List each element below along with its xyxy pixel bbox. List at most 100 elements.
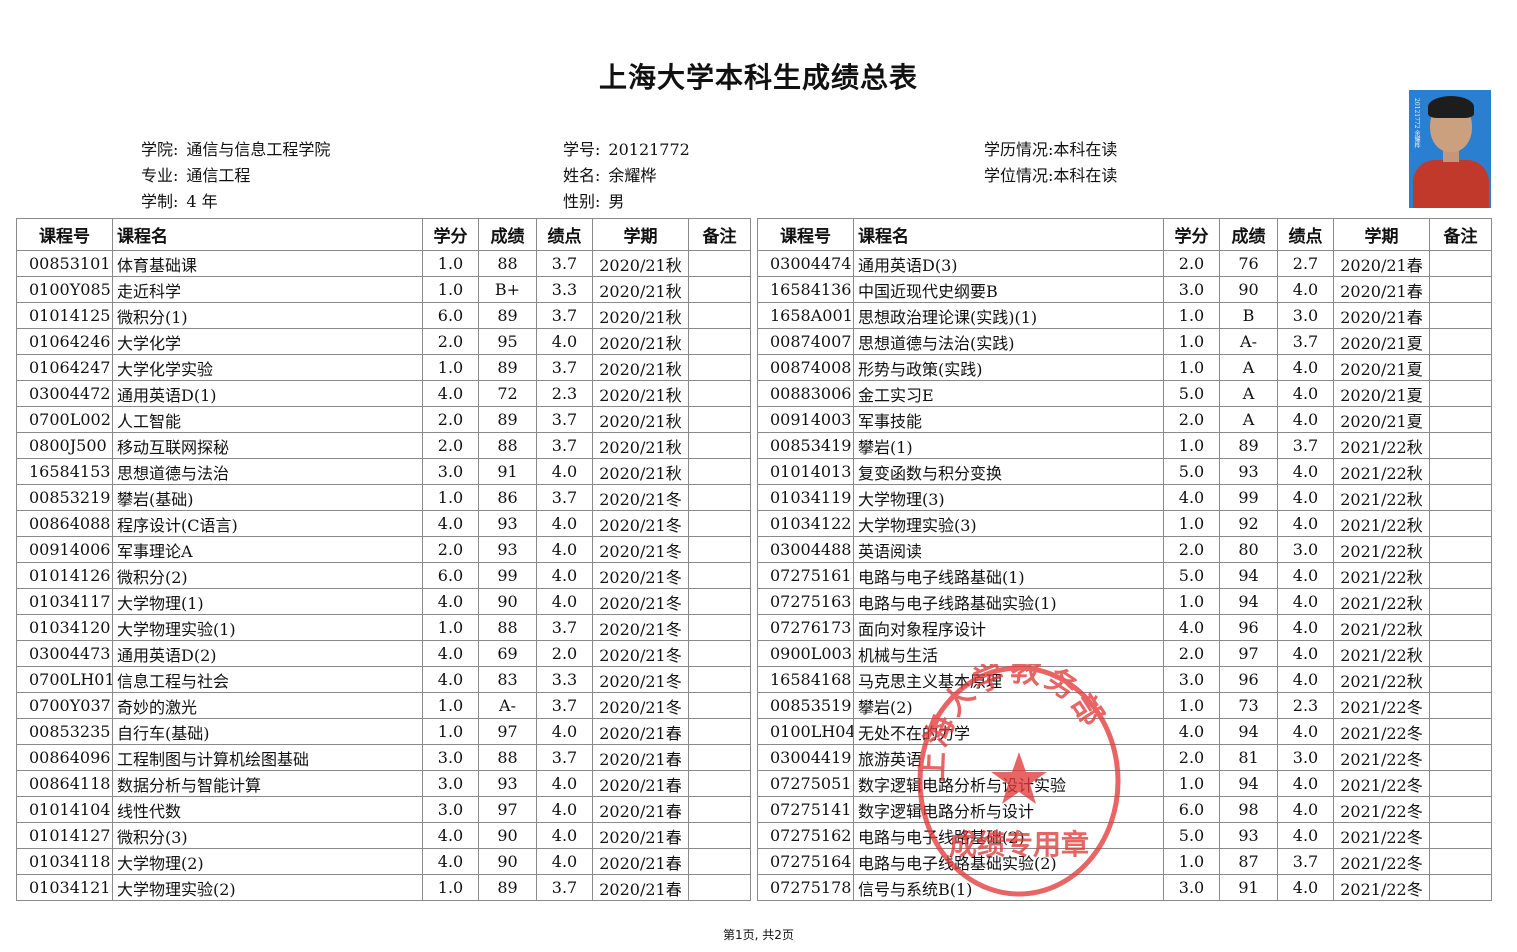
score-cell: 93 [1219,458,1278,485]
credit-cell: 6.0 [422,562,479,589]
term-cell: 2021/22冬 [1333,874,1430,901]
course-name-cell: 英语阅读 [853,536,1164,563]
gpa-cell: 3.7 [536,744,593,771]
score-cell: 73 [1219,692,1278,719]
term-cell: 2020/21春 [592,822,689,849]
score-cell: 90 [1219,276,1278,303]
term-cell: 2020/21冬 [592,536,689,563]
course-name-cell: 面向对象程序设计 [853,614,1164,641]
course-code-cell: 07276173 [757,614,854,641]
remark-cell [688,432,751,459]
gpa-cell: 4.0 [1277,822,1334,849]
course-code-cell: 0700L002 [16,406,113,433]
course-code-cell: 00864096 [16,744,113,771]
credit-cell: 2.0 [1163,250,1220,277]
course-name-cell: 大学物理实验(1) [112,614,423,641]
gpa-cell: 4.0 [536,510,593,537]
length-value: 4 年 [186,192,218,211]
term-cell: 2020/21秋 [592,354,689,381]
course-name-cell: 大学物理实验(2) [112,874,423,901]
credit-cell: 5.0 [1163,562,1220,589]
course-name-cell: 数字逻辑电路分析与设计实验 [853,770,1164,797]
course-name-cell: 军事技能 [853,406,1164,433]
gpa-cell: 2.7 [1277,250,1334,277]
course-name-cell: 奇妙的激光 [112,692,423,719]
course-code-cell: 01034118 [16,848,113,875]
remark-cell [1429,302,1492,329]
remark-cell [688,588,751,615]
term-cell: 2020/21夏 [1333,328,1430,355]
credit-cell: 2.0 [422,328,479,355]
table-row: 01034117 大学物理(1) 4.0 90 4.0 2020/21冬 [16,588,751,615]
remark-cell [688,536,751,563]
course-code-cell: 00914006 [16,536,113,563]
score-cell: 90 [478,848,537,875]
credit-cell: 1.0 [422,692,479,719]
table-row: 1658A001 思想政治理论课(实践)(1) 1.0 B 3.0 2020/21春 [757,302,1492,329]
term-cell: 2020/21春 [592,770,689,797]
remark-cell [1429,458,1492,485]
term-cell: 2021/22冬 [1333,718,1430,745]
table-row: 01014013 复变函数与积分变换 5.0 93 4.0 2021/22秋 [757,458,1492,485]
student-name-info: 姓名: 余耀桦 [563,162,656,186]
course-code-cell: 01034122 [757,510,854,537]
course-name-cell: 工程制图与计算机绘图基础 [112,744,423,771]
education-label: 学历情况: [984,140,1054,159]
term-cell: 2021/22秋 [1333,640,1430,667]
score-cell: A [1219,354,1278,381]
score-cell: A [1219,406,1278,433]
credit-cell: 1.0 [1163,770,1220,797]
score-cell: 94 [1219,718,1278,745]
credit-cell: 2.0 [422,536,479,563]
student-id-label: 学号: [563,140,601,159]
course-code-cell: 01064246 [16,328,113,355]
remark-cell [688,770,751,797]
gpa-cell: 3.7 [536,406,593,433]
course-code-cell: 00864088 [16,510,113,537]
course-code-cell: 01064247 [16,354,113,381]
score-cell: 90 [478,822,537,849]
term-cell: 2020/21冬 [592,692,689,719]
header-gpa: 绩点 [536,218,593,251]
gpa-cell: 4.0 [1277,640,1334,667]
remark-cell [688,328,751,355]
course-name-cell: 电路与电子线路基础实验(1) [853,588,1164,615]
gpa-cell: 3.7 [536,302,593,329]
course-name-cell: 大学物理(3) [853,484,1164,511]
term-cell: 2021/22秋 [1333,562,1430,589]
course-code-cell: 00853235 [16,718,113,745]
table-row: 16584168 马克思主义基本原理 3.0 96 4.0 2021/22秋 [757,666,1492,693]
header-course-name: 课程名 [112,218,423,251]
credit-cell: 4.0 [422,510,479,537]
score-cell: 93 [478,770,537,797]
term-cell: 2021/22冬 [1333,692,1430,719]
remark-cell [1429,328,1492,355]
score-cell: 94 [1219,562,1278,589]
credit-cell: 1.0 [422,614,479,641]
credit-cell: 1.0 [1163,354,1220,381]
table-row: 07275161 电路与电子线路基础(1) 5.0 94 4.0 2021/22秋 [757,562,1492,589]
credit-cell: 3.0 [422,744,479,771]
gpa-cell: 4.0 [1277,276,1334,303]
course-code-cell: 16584168 [757,666,854,693]
credit-cell: 6.0 [422,302,479,329]
term-cell: 2020/21秋 [592,406,689,433]
course-code-cell: 0100LH04 [757,718,854,745]
gpa-cell: 3.0 [1277,744,1334,771]
course-code-cell: 1658A001 [757,302,854,329]
table-row: 01064247 大学化学实验 1.0 89 3.7 2020/21秋 [16,354,751,381]
score-cell: 89 [1219,432,1278,459]
course-name-cell: 微积分(3) [112,822,423,849]
credit-cell: 3.0 [422,458,479,485]
term-cell: 2020/21秋 [592,302,689,329]
course-name-cell: 线性代数 [112,796,423,823]
score-cell: 76 [1219,250,1278,277]
term-cell: 2020/21春 [592,796,689,823]
credit-cell: 2.0 [1163,744,1220,771]
gpa-cell: 3.7 [536,354,593,381]
score-cell: A [1219,380,1278,407]
course-name-cell: 攀岩(1) [853,432,1164,459]
course-name-cell: 思想道德与法治 [112,458,423,485]
course-code-cell: 00874007 [757,328,854,355]
remark-cell [1429,484,1492,511]
